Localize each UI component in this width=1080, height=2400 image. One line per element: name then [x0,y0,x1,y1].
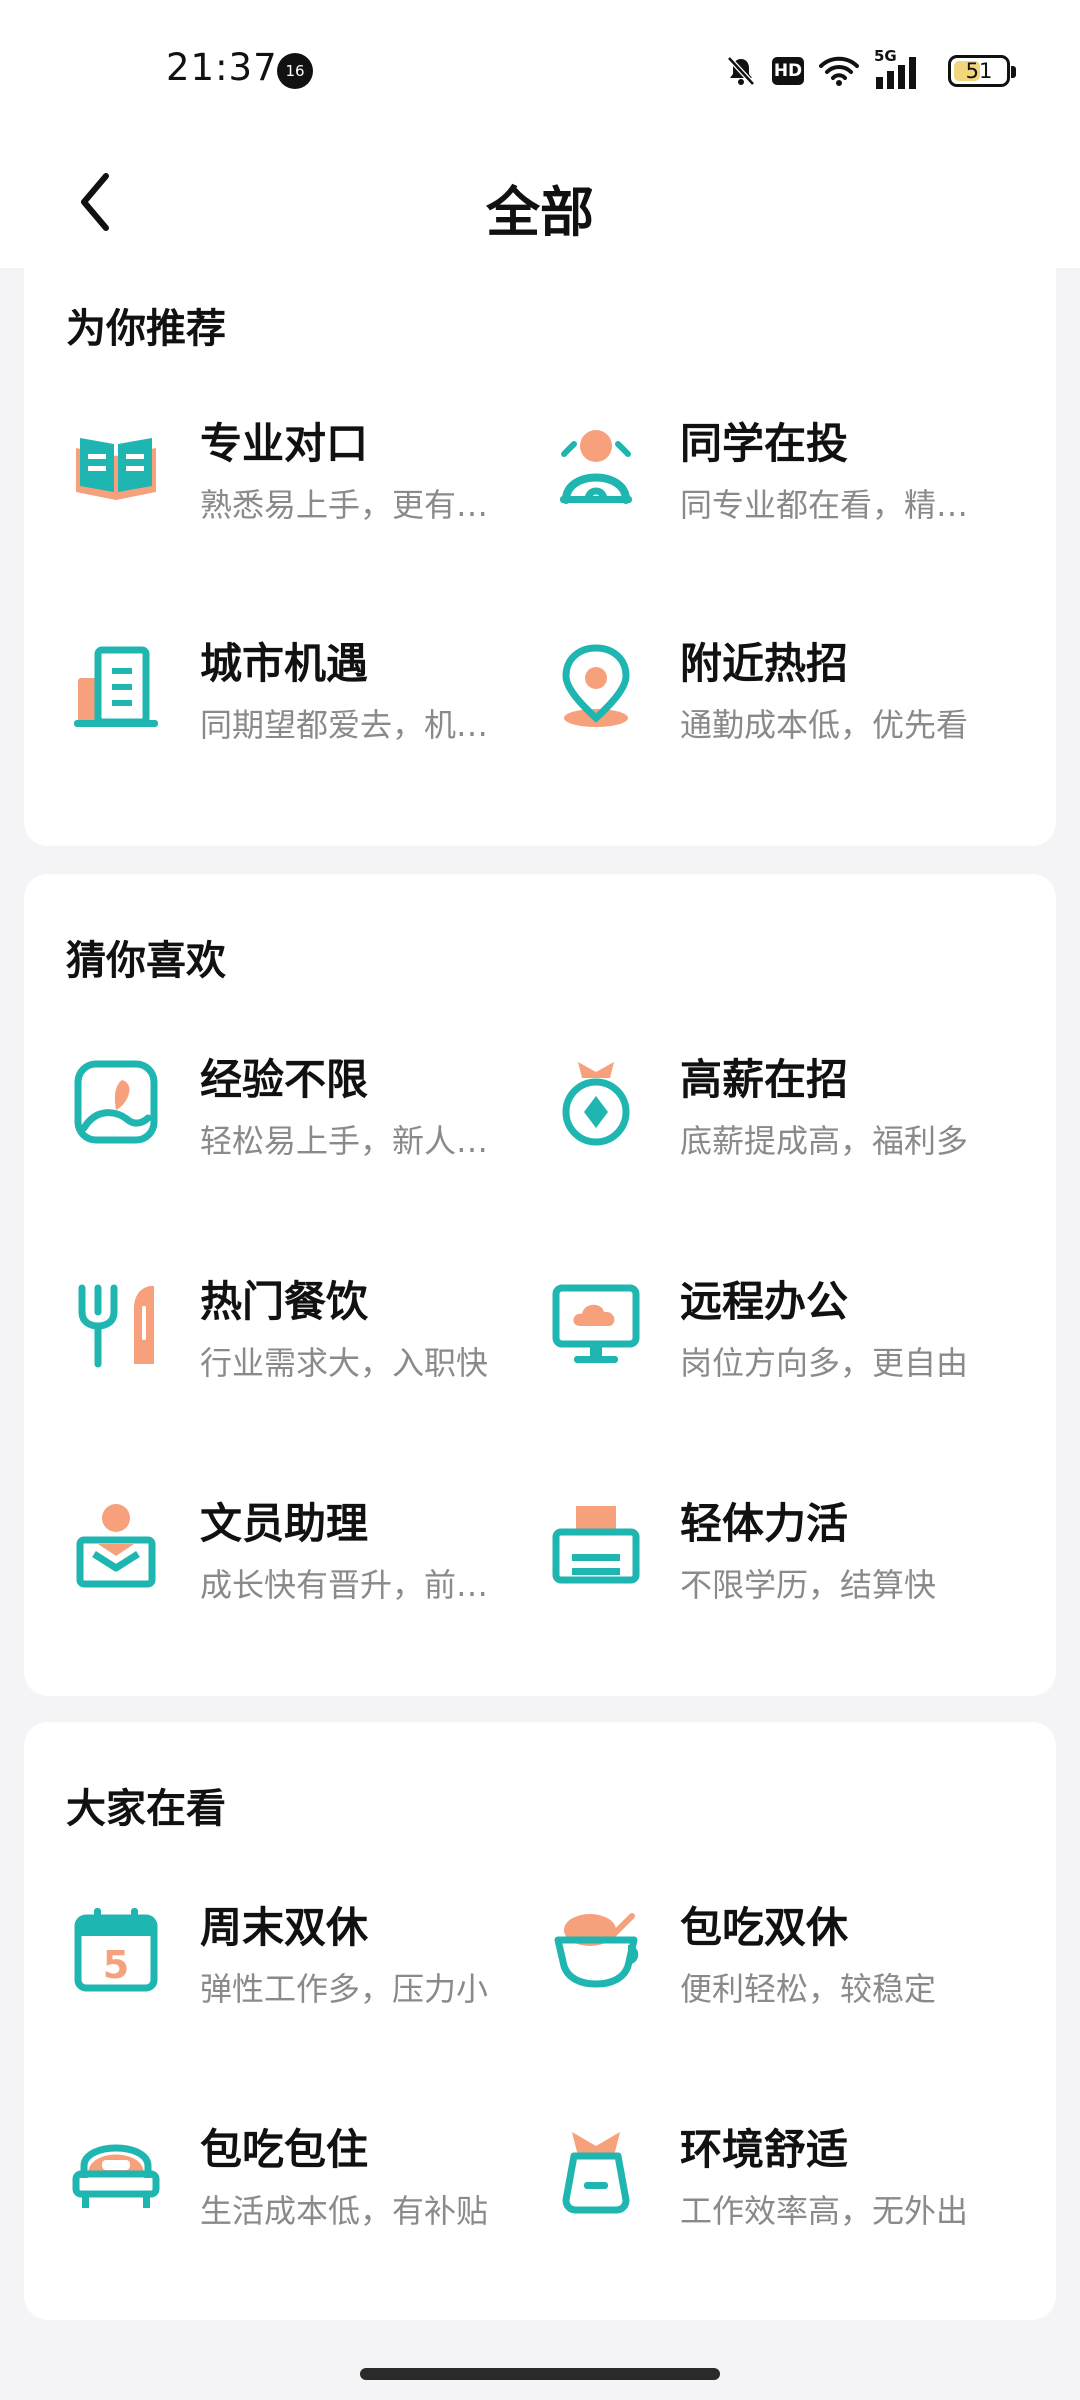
item-subtitle: 熟悉易上手，更有… [200,486,489,524]
category-item[interactable]: 城市机遇 同期望都爱去，机… [24,608,504,758]
item-title: 经验不限 [200,1055,369,1104]
section-guess-you-like: 猜你喜欢 经验不限 轻松易上手，新人… 高薪在招 底薪提成高，福利多 热门餐饮 … [24,874,1056,1696]
item-subtitle: 岗位方向多，更自由 [680,1344,969,1382]
hd-icon: HD [772,57,804,85]
item-title: 高薪在招 [680,1055,849,1104]
item-title: 包吃双休 [680,1903,849,1952]
item-subtitle: 通勤成本低，优先看 [680,706,969,744]
item-subtitle: 底薪提成高，福利多 [680,1122,969,1160]
status-icons: HD 5G 51 [724,47,1016,94]
item-title: 环境舒适 [680,2125,849,2174]
printer-icon [552,1506,640,1584]
item-subtitle: 弹性工作多，压力小 [200,1970,489,2008]
book-icon [76,438,156,500]
battery-icon: 51 [948,55,1016,87]
monitor-cloud-icon [552,1284,640,1363]
money-bag-icon [562,1062,630,1146]
home-indicator[interactable] [360,2368,720,2380]
item-title: 轻体力活 [680,1499,849,1548]
item-subtitle: 生活成本低，有补贴 [200,2192,489,2230]
item-subtitle: 同期望都爱去，机… [200,706,489,744]
section-recommended: 为你推荐 专业对口 熟悉易上手，更有… 同学在投 同专业都在看，精… 城市机遇 … [24,268,1056,846]
item-title: 包吃包住 [200,2125,369,2174]
notification-badge: 16 [277,53,313,89]
section-popular: 大家在看 5 周末双休 弹性工作多，压力小 包吃双休 便利轻松，较稳定 包吃包住… [24,1722,1056,2320]
food-bowl-icon [554,1913,639,1988]
mute-bell-icon [727,56,755,86]
item-title: 城市机遇 [200,639,369,688]
category-item[interactable]: 经验不限 轻松易上手，新人… [24,1024,504,1174]
item-title: 远程办公 [680,1277,849,1326]
item-subtitle: 同专业都在看，精… [680,486,969,524]
category-item[interactable]: 包吃包住 生活成本低，有补贴 [24,2094,504,2244]
status-time: 21:37 [166,46,278,89]
item-title: 同学在投 [680,419,849,468]
item-subtitle: 便利轻松，较稳定 [680,1970,937,2008]
calendar-day-label: 5 [103,1943,129,1987]
fork-icon [78,1284,154,1368]
clerk-icon [76,1504,156,1588]
item-subtitle: 轻松易上手，新人… [200,1122,489,1160]
category-item[interactable]: 环境舒适 工作效率高，无外出 [504,2094,984,2244]
category-item[interactable]: 5 周末双休 弹性工作多，压力小 [24,1872,504,2022]
status-bar: 21:37 16 HD 5G 51 [0,0,1080,140]
battery-level: 51 [965,59,993,83]
item-subtitle: 不限学历，结算快 [680,1566,937,1604]
item-title: 周末双休 [200,1903,369,1952]
section-title: 大家在看 [66,1786,226,1832]
wifi-icon [819,56,859,86]
category-item[interactable]: 轻体力活 不限学历，结算快 [504,1468,984,1618]
section-title: 猜你喜欢 [66,938,226,984]
category-item[interactable]: 包吃双休 便利轻松，较稳定 [504,1872,984,2022]
experience-icon [74,1060,158,1144]
category-item[interactable]: 远程办公 岗位方向多，更自由 [504,1246,984,1396]
header: 全部 [0,140,1080,268]
item-title: 附近热招 [680,639,849,688]
item-subtitle: 行业需求大，入职快 [200,1344,489,1382]
calendar-icon: 5 [74,1908,158,1992]
page-title: 全部 [486,181,594,244]
category-item[interactable]: 附近热招 通勤成本低，优先看 [504,608,984,758]
classmate-icon [560,430,632,504]
item-subtitle: 成长快有晋升，前… [200,1566,489,1604]
section-title: 为你推荐 [66,306,226,352]
category-item[interactable]: 热门餐饮 行业需求大，入职快 [24,1246,504,1396]
bag-icon [562,2132,630,2214]
category-item[interactable]: 文员助理 成长快有晋升，前… [24,1468,504,1618]
cell-signal-icon: 5G [874,47,924,89]
building-icon [74,646,158,727]
network-type: 5G [874,47,897,65]
item-subtitle: 工作效率高，无外出 [680,2192,969,2230]
nearby-location-icon [562,644,630,727]
item-title: 热门餐饮 [200,1277,369,1326]
category-item[interactable]: 高薪在招 底薪提成高，福利多 [504,1024,984,1174]
item-title: 文员助理 [200,1499,369,1548]
item-title: 专业对口 [200,419,369,468]
category-item[interactable]: 同学在投 同专业都在看，精… [504,388,984,538]
category-item[interactable]: 专业对口 熟悉易上手，更有… [24,388,504,538]
bed-icon [72,2144,160,2208]
